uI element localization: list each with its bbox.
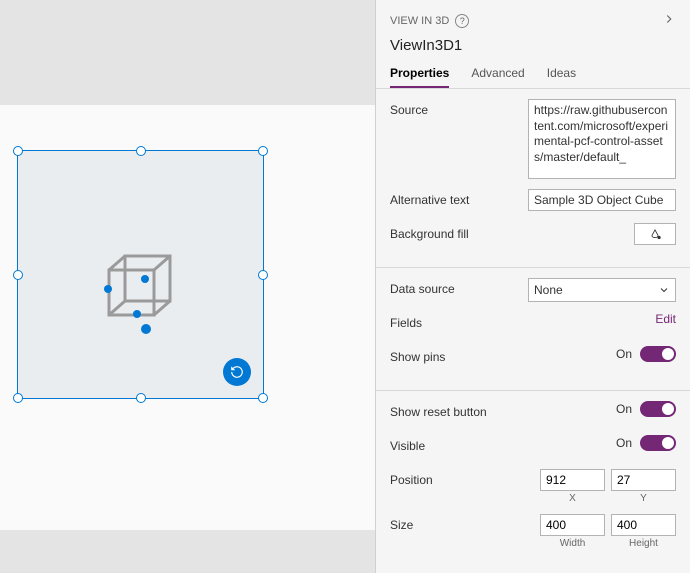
fields-label: Fields [390,312,422,330]
tab-properties[interactable]: Properties [390,66,449,88]
alttext-input[interactable] [528,189,676,211]
showreset-toggle[interactable] [640,401,676,417]
help-icon[interactable]: ? [455,14,469,28]
showreset-label: Show reset button [390,401,487,419]
resize-handle-tl[interactable] [13,146,23,156]
resize-handle-bl[interactable] [13,393,23,403]
showpins-label: Show pins [390,346,445,364]
source-label: Source [390,99,428,117]
resize-handle-tr[interactable] [258,146,268,156]
resize-handle-tc[interactable] [136,146,146,156]
showpins-toggle[interactable] [640,346,676,362]
chevron-down-icon [658,284,670,296]
source-input[interactable]: https://raw.githubusercontent.com/micros… [528,99,676,179]
fields-edit-link[interactable]: Edit [655,312,676,326]
reset-view-button[interactable] [223,358,251,386]
pin-marker[interactable] [133,310,141,318]
visible-label: Visible [390,435,425,453]
showpins-state: On [616,347,632,361]
position-y-input[interactable] [611,469,676,491]
component-name[interactable]: ViewIn3D1 [390,37,676,54]
position-x-input[interactable] [540,469,605,491]
pin-marker[interactable] [141,275,149,283]
alttext-label: Alternative text [390,189,469,207]
tab-ideas[interactable]: Ideas [547,66,576,88]
canvas-area[interactable] [0,0,375,573]
chevron-right-icon[interactable] [662,12,676,29]
visible-toggle[interactable] [640,435,676,451]
resize-handle-lc[interactable] [13,270,23,280]
bgfill-swatch[interactable] [634,223,676,245]
visible-state: On [616,436,632,450]
position-label: Position [390,469,433,487]
resize-handle-br[interactable] [258,393,268,403]
pin-marker[interactable] [104,285,112,293]
size-w-input[interactable] [540,514,605,536]
datasource-label: Data source [390,278,455,296]
pin-marker[interactable] [141,324,151,334]
resize-handle-bc[interactable] [136,393,146,403]
size-label: Size [390,514,413,532]
tab-advanced[interactable]: Advanced [471,66,524,88]
component-type-label: VIEW IN 3D [390,15,449,27]
datasource-select[interactable]: None [528,278,676,302]
showreset-state: On [616,402,632,416]
properties-panel: VIEW IN 3D ? ViewIn3D1 Properties Advanc… [375,0,690,573]
size-h-input[interactable] [611,514,676,536]
resize-handle-rc[interactable] [258,270,268,280]
bgfill-label: Background fill [390,223,469,241]
